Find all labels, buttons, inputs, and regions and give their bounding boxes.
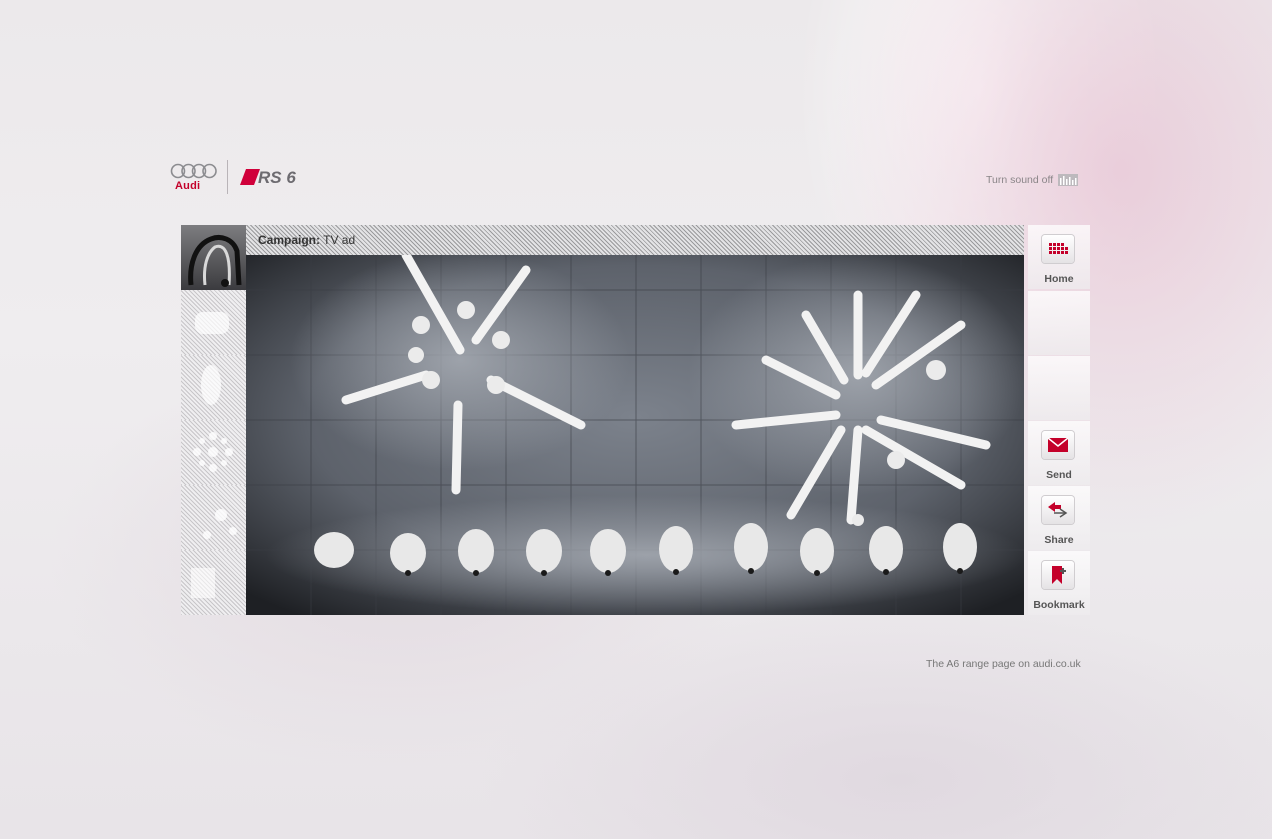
video-player[interactable]: Campaign: TV ad: [246, 225, 1024, 615]
audi-wordmark: Audi: [175, 180, 201, 192]
send-button[interactable]: Send: [1028, 421, 1090, 485]
sound-toggle-label: Turn sound off: [986, 174, 1054, 186]
action-sidebar: Home Send Share Bookmark: [1028, 225, 1090, 615]
logo-divider: [227, 160, 228, 194]
gymnast-figure-image: [188, 235, 242, 287]
audi-rings-icon: [170, 163, 217, 179]
share-button[interactable]: Share: [1028, 486, 1090, 550]
thumbnail-2[interactable]: [181, 290, 246, 355]
grid-icon: [1042, 235, 1074, 263]
video-title-prefix: Campaign:: [258, 233, 321, 247]
bookmark-label: Bookmark: [1033, 599, 1085, 611]
thumbnail-5-image: [203, 509, 237, 539]
bookmark-icon: [1042, 561, 1074, 589]
send-label: Send: [1046, 469, 1072, 481]
video-frame-image: [246, 255, 1024, 615]
thumbnail-4-image: [193, 432, 233, 472]
thumbnail-6-image: [191, 568, 215, 598]
audi-logo: Audi: [170, 162, 218, 194]
thumbnail-strip: [181, 225, 246, 615]
a6-range-link[interactable]: The A6 range page on audi.co.uk: [926, 658, 1081, 670]
thumbnail-5[interactable]: [181, 485, 246, 550]
sidebar-empty-slot: [1028, 291, 1090, 355]
thumbnail-3[interactable]: [181, 355, 246, 420]
thumbnail-3-image: [201, 365, 221, 405]
thumbnail-2-image: [195, 312, 229, 334]
thumbnail-1[interactable]: [181, 225, 246, 290]
equalizer-icon: [1058, 174, 1079, 186]
envelope-icon: [1042, 431, 1074, 459]
video-title: Campaign: TV ad: [258, 233, 355, 247]
video-title-value: TV ad: [323, 233, 356, 247]
share-arrows-icon: [1042, 496, 1074, 524]
svg-text:RS 6: RS 6: [258, 168, 296, 187]
thumbnail-4[interactable]: [181, 420, 246, 485]
share-label: Share: [1044, 534, 1074, 546]
sound-toggle[interactable]: Turn sound off: [986, 172, 1079, 188]
thumbnail-6[interactable]: [181, 550, 246, 615]
bookmark-button[interactable]: Bookmark: [1028, 551, 1090, 615]
video-title-bar: Campaign: TV ad: [246, 225, 1024, 255]
rs6-logo: RS 6: [240, 168, 296, 187]
home-label: Home: [1044, 273, 1074, 285]
home-button[interactable]: Home: [1028, 225, 1090, 289]
sidebar-empty-slot: [1028, 356, 1090, 420]
